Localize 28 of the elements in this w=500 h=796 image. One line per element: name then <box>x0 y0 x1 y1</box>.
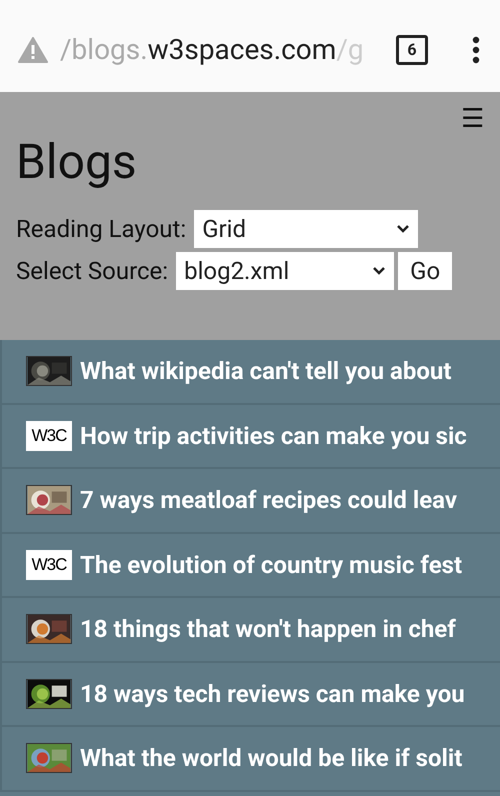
field-label: Select Source: <box>16 256 168 287</box>
page-title: Blogs <box>16 138 137 186</box>
chevron-icon <box>396 224 410 234</box>
chevron-icon <box>372 266 386 276</box>
menu-button[interactable]: ☰ <box>461 106 484 132</box>
go-button[interactable]: Go <box>398 252 452 290</box>
post-title: 7 ways meatloaf recipes could leav <box>80 485 458 516</box>
warning-icon <box>18 37 48 63</box>
logo: W3C <box>26 550 72 580</box>
post-title: 18 things that won't happen in chef <box>80 614 456 646</box>
post-title: What wikipedia can't tell you about <box>80 356 452 388</box>
tab-count-button[interactable]: 6 <box>396 35 428 65</box>
post-row[interactable]: W3C The evolution of country music fest <box>0 534 500 598</box>
post-row[interactable]: What the world would be like if solit <box>0 727 500 792</box>
post-title: What the world would be like if solit <box>80 743 462 774</box>
layout-select[interactable]: Grid <box>194 210 418 248</box>
post-row[interactable]: What wikipedia can't tell you about <box>0 340 500 404</box>
field-label: Reading Layout: <box>16 214 186 245</box>
more-icon[interactable] <box>472 36 480 64</box>
post-title: 18 ways tech reviews can make you <box>80 678 465 710</box>
post-row[interactable]: 18 things that won't happen in chef <box>0 598 500 662</box>
post-title: How trip activities can make you sic <box>80 420 467 452</box>
post-row[interactable]: 18 ways tech reviews can make you <box>0 662 500 727</box>
post-title: The evolution of country music fest <box>80 550 462 581</box>
post-row[interactable]: 7 ways meatloaf recipes could leav <box>0 469 500 534</box>
logo: W3C <box>26 420 72 451</box>
source-select[interactable]: blog2.xml <box>176 252 394 290</box>
post-row[interactable]: W3C How trip activities can make you sic <box>0 404 500 469</box>
